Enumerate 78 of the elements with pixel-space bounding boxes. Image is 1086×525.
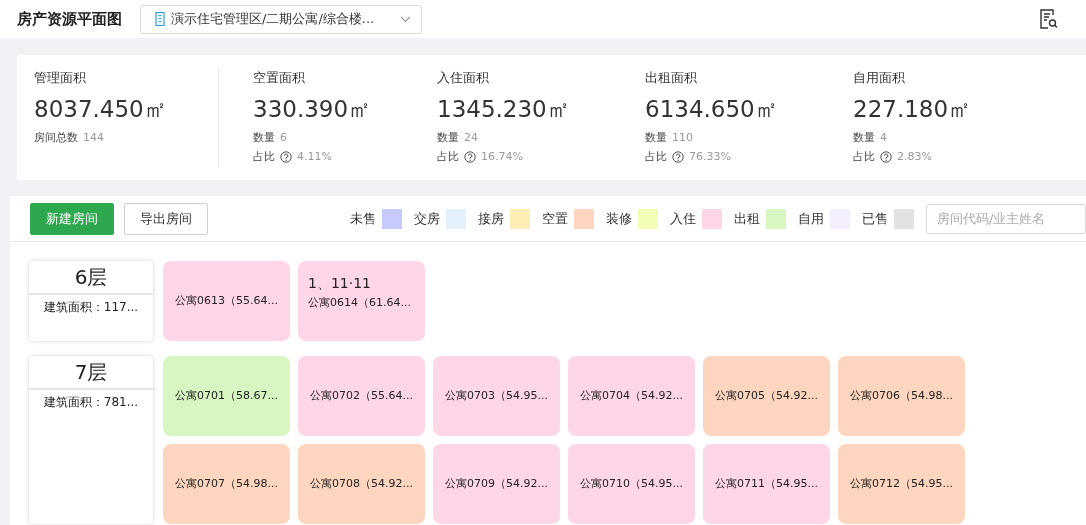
room-name: 公寓0708（54.92... [310, 476, 413, 492]
room-name: 公寓0707（54.98... [175, 476, 278, 492]
room-name: 公寓0711（54.95... [715, 476, 818, 492]
room-tile[interactable]: 公寓0710（54.95... [568, 444, 695, 524]
room-note: 1、11·11 [308, 274, 371, 292]
stat-line-value: 76.33% [689, 149, 731, 165]
stat-value: 6134.650㎡ [645, 95, 779, 123]
building-icon [155, 12, 165, 26]
legend-label: 空置 [542, 209, 568, 228]
room-name: 公寓0703（54.95... [445, 388, 548, 404]
room-name: 公寓0614（61.64... [308, 295, 411, 311]
stat-line-value: 4.11% [297, 149, 332, 165]
stat-line-value: 110 [672, 130, 693, 146]
floor-area: 建筑面积：781... [29, 390, 153, 411]
stat-label: 自用面积 [853, 69, 906, 87]
stat-line-value: 2.83% [897, 149, 932, 165]
floor-name: 7层 [29, 356, 153, 390]
room-tile[interactable]: 公寓0705（54.92... [703, 356, 830, 436]
stat-line-label: 数量 [645, 130, 667, 146]
stat-line-value: 16.74% [481, 149, 523, 165]
room-tile[interactable]: 公寓0613（55.64... [163, 261, 290, 341]
stat-value: 8037.450㎡ [34, 95, 168, 123]
room-tile[interactable]: 1、11·11 公寓0614（61.64... [298, 261, 425, 341]
stat-line-label: 占比 [437, 149, 459, 165]
legend-label: 交房 [414, 209, 440, 228]
legend-label: 自用 [798, 209, 824, 228]
floor-area: 建筑面积：117... [29, 295, 153, 316]
room-name: 公寓0613（55.64... [175, 293, 278, 309]
room-name: 公寓0701（58.67... [175, 388, 278, 404]
stat-line-label: 数量 [853, 130, 875, 146]
room-name: 公寓0712（54.95... [850, 476, 953, 492]
stat-value: 1345.230㎡ [437, 95, 571, 123]
room-name: 公寓0709（54.92... [445, 476, 548, 492]
room-tile[interactable]: 公寓0704（54.92... [568, 356, 695, 436]
page-title: 房产资源平面图 [17, 9, 122, 29]
stat-line-value: 24 [464, 130, 478, 146]
legend-label: 已售 [862, 209, 888, 228]
legend-label: 装修 [606, 209, 632, 228]
stat-line-value: 6 [280, 130, 287, 146]
room-tile[interactable]: 公寓0702（55.64... [298, 356, 425, 436]
legend-label: 出租 [734, 209, 760, 228]
stat-label: 空置面积 [253, 69, 306, 87]
stat-line-label: 数量 [253, 130, 275, 146]
stat-line-label: 数量 [437, 130, 459, 146]
room-tile[interactable]: 公寓0701（58.67... [163, 356, 290, 436]
stat-line-value: 4 [880, 130, 887, 146]
stat-line-label: 占比 [645, 149, 667, 165]
room-tile[interactable]: 公寓0703（54.95... [433, 356, 560, 436]
chevron-down-icon [400, 15, 411, 23]
floor-name: 6层 [29, 261, 153, 295]
stat-line-value: 144 [83, 130, 104, 146]
search-field[interactable]: 房间代码/业主姓名 [926, 203, 1086, 234]
stat-label: 入住面积 [437, 69, 490, 87]
location-dropdown[interactable]: 演示住宅管理区/二期公寓/综合楼... [140, 4, 422, 34]
room-name: 公寓0704（54.92... [580, 388, 683, 404]
stat-line-label: 占比 [853, 149, 875, 165]
room-tile[interactable]: 公寓0709（54.92... [433, 444, 560, 524]
room-name: 公寓0705（54.92... [715, 388, 818, 404]
legend-label: 接房 [478, 209, 504, 228]
room-tile[interactable]: 公寓0706（54.98... [838, 356, 965, 436]
stat-label: 出租面积 [645, 69, 698, 87]
stat-value: 227.180㎡ [853, 95, 973, 123]
room-tile[interactable]: 公寓0712（54.95... [838, 444, 965, 524]
stat-line-label: 房间总数 [34, 130, 78, 146]
legend-label: 未售 [350, 209, 376, 228]
stat-label: 管理面积 [34, 69, 87, 87]
room-name: 公寓0702（55.64... [310, 388, 413, 404]
stat-value: 330.390㎡ [253, 95, 373, 123]
location-text: 演示住宅管理区/二期公寓/综合楼... [171, 10, 376, 28]
room-tile[interactable]: 公寓0708（54.92... [298, 444, 425, 524]
room-name: 公寓0710（54.95... [580, 476, 683, 492]
stat-line-label: 占比 [253, 149, 275, 165]
room-tile[interactable]: 公寓0707（54.98... [163, 444, 290, 524]
export-button[interactable]: 导出房间 [124, 202, 208, 235]
report-search-icon[interactable] [1040, 9, 1058, 29]
room-name: 公寓0706（54.98... [850, 388, 953, 404]
legend-label: 入住 [670, 209, 696, 228]
room-tile[interactable]: 公寓0711（54.95... [703, 444, 830, 524]
